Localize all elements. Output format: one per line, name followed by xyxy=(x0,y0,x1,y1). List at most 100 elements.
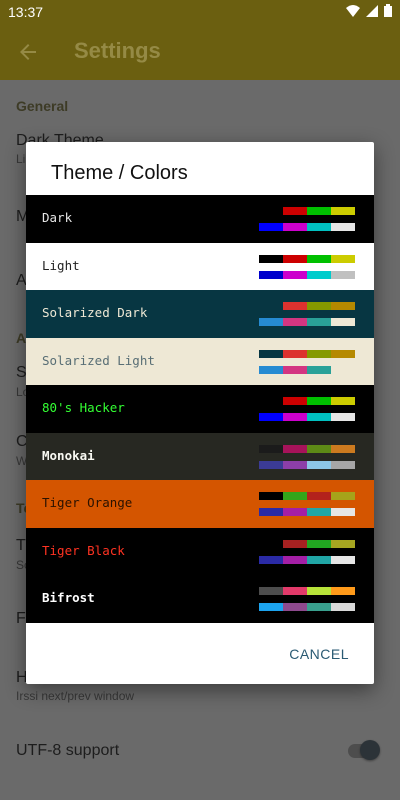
color-swatch xyxy=(259,444,283,453)
back-arrow-icon[interactable] xyxy=(16,40,40,64)
theme-name: Solarized Dark xyxy=(42,305,148,320)
color-swatch xyxy=(307,270,331,279)
theme-list: Dark Light Solarized Dark Solarized Light 80… xyxy=(26,195,374,623)
color-swatch xyxy=(331,349,355,358)
utf8-toggle-thumb[interactable] xyxy=(360,740,380,760)
theme-name: Bifrost xyxy=(42,590,95,605)
setting-h-sub: Irssi next/prev window xyxy=(16,689,135,703)
color-swatch xyxy=(307,539,331,548)
color-swatch xyxy=(283,539,307,548)
color-swatch xyxy=(283,349,307,358)
color-swatch xyxy=(331,365,355,374)
theme-option-bifrost[interactable]: Bifrost xyxy=(26,575,374,623)
color-swatch xyxy=(259,413,283,421)
color-swatch xyxy=(331,270,355,279)
category-general: General xyxy=(16,98,69,114)
color-swatch xyxy=(283,603,307,611)
setting-t-title[interactable]: T xyxy=(16,537,26,555)
app-toolbar: Settings xyxy=(0,24,400,80)
color-swatch xyxy=(331,207,355,215)
color-swatch xyxy=(307,603,331,611)
color-swatch xyxy=(259,318,283,326)
color-swatch xyxy=(259,492,283,500)
color-swatch xyxy=(307,318,331,326)
color-swatch xyxy=(331,318,355,326)
theme-name: Tiger Black xyxy=(42,542,125,558)
cancel-button[interactable]: CANCEL xyxy=(289,646,349,662)
color-swatch xyxy=(259,270,283,279)
theme-option-monokai[interactable]: Monokai xyxy=(26,432,374,480)
color-swatch xyxy=(283,492,307,500)
dialog-title: Theme / Colors xyxy=(51,162,188,184)
color-swatch xyxy=(307,460,331,469)
color-swatch xyxy=(331,603,355,611)
theme-name: Dark xyxy=(42,210,73,225)
theme-name: Tiger Orange xyxy=(42,495,133,510)
color-swatch xyxy=(259,539,283,548)
toolbar-title: Settings xyxy=(74,38,161,63)
color-swatch xyxy=(283,587,307,595)
color-swatch xyxy=(283,302,307,310)
color-swatch xyxy=(331,413,355,421)
color-swatch xyxy=(307,444,331,453)
color-swatch xyxy=(331,444,355,453)
color-swatch xyxy=(259,349,283,358)
theme-option-solarized-dark[interactable]: Solarized Dark xyxy=(26,290,374,338)
color-swatch xyxy=(331,508,355,516)
color-swatch xyxy=(259,603,283,611)
color-swatch xyxy=(283,413,307,421)
color-swatch xyxy=(331,397,355,405)
theme-option-80-s-hacker[interactable]: 80's Hacker xyxy=(26,385,374,433)
status-time: 13:37 xyxy=(8,4,44,20)
color-swatch xyxy=(259,302,283,310)
color-swatch xyxy=(331,302,355,310)
color-swatch xyxy=(307,302,331,310)
color-swatch xyxy=(259,460,283,469)
color-swatch xyxy=(331,587,355,595)
theme-option-dark[interactable]: Dark xyxy=(26,195,374,243)
color-swatch xyxy=(331,555,355,564)
setting-dark-theme-sub: Li xyxy=(16,152,26,166)
theme-option-light[interactable]: Light xyxy=(26,242,374,290)
color-swatch xyxy=(259,207,283,215)
color-swatch xyxy=(283,318,307,326)
battery-icon xyxy=(384,4,392,17)
color-swatch xyxy=(259,555,283,564)
color-swatch xyxy=(283,460,307,469)
color-swatch xyxy=(283,365,307,374)
theme-name: Solarized Light xyxy=(42,352,155,368)
color-swatch xyxy=(259,254,283,263)
color-swatch xyxy=(307,397,331,405)
color-swatch xyxy=(331,539,355,548)
color-swatch xyxy=(283,207,307,215)
color-swatch xyxy=(283,270,307,279)
color-swatch xyxy=(259,223,283,231)
color-swatch xyxy=(331,460,355,469)
theme-name: 80's Hacker xyxy=(42,400,125,415)
theme-option-solarized-light[interactable]: Solarized Light xyxy=(26,337,374,385)
cell-signal-icon xyxy=(366,4,378,17)
status-icons xyxy=(346,4,392,17)
theme-option-tiger-orange[interactable]: Tiger Orange xyxy=(26,480,374,528)
color-swatch xyxy=(307,365,331,374)
color-swatch xyxy=(331,223,355,231)
color-swatch xyxy=(307,254,331,263)
color-swatch xyxy=(331,254,355,263)
color-swatch xyxy=(307,587,331,595)
status-bar: 13:37 xyxy=(0,0,400,24)
color-swatch xyxy=(307,223,331,231)
color-swatch xyxy=(307,349,331,358)
theme-option-tiger-black[interactable]: Tiger Black xyxy=(26,527,374,575)
color-swatch xyxy=(283,444,307,453)
wifi-icon xyxy=(346,4,360,17)
color-swatch xyxy=(283,223,307,231)
theme-name: Monokai xyxy=(42,447,95,463)
color-swatch xyxy=(307,508,331,516)
color-swatch xyxy=(307,492,331,500)
color-swatch xyxy=(331,492,355,500)
setting-utf8-title[interactable]: UTF-8 support xyxy=(16,742,119,760)
theme-name: Light xyxy=(42,257,80,273)
color-swatch xyxy=(259,365,283,374)
color-swatch xyxy=(259,397,283,405)
color-swatch xyxy=(283,254,307,263)
